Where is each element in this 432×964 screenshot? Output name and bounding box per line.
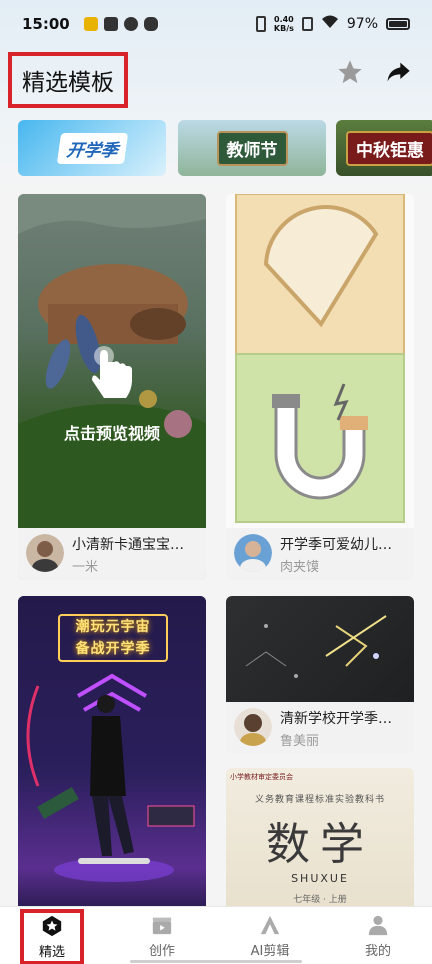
app-icon — [103, 17, 118, 31]
banner-back-to-school[interactable]: 开学季 — [18, 120, 166, 176]
card-small-text: 小学教材审定委员会 — [230, 773, 293, 781]
preview-label: 点击预览视频 — [63, 424, 160, 443]
banner-teachers-day[interactable]: 教师节 — [178, 120, 326, 176]
chalkboard-illustration — [245, 615, 387, 678]
vibrate-icon — [255, 16, 266, 32]
status-bar: 15:00 0.40 KB/s 97% — [0, 0, 432, 48]
card-author: 一米 — [72, 560, 99, 575]
card-title: 小清新卡通宝宝… — [72, 537, 184, 553]
template-card[interactable]: 清新学校开学季… 鲁美丽 — [226, 596, 414, 754]
tap-hand-icon — [90, 344, 136, 404]
speed-value: 0.40 — [274, 15, 294, 24]
network-speed: 0.40 KB/s — [274, 15, 294, 33]
ai-icon — [259, 914, 281, 936]
wifi-icon — [321, 15, 339, 33]
link-icon — [123, 17, 138, 31]
template-card[interactable]: 开学季可爱幼儿… 肉夹馍 — [226, 194, 414, 580]
person-icon — [367, 914, 389, 936]
nav-create[interactable]: 创作 — [108, 907, 216, 964]
nav-featured[interactable]: 精选 — [20, 909, 84, 964]
favorite-button[interactable] — [334, 56, 366, 88]
avatar — [26, 534, 64, 572]
nav-ai-edit[interactable]: AI剪辑 — [216, 907, 324, 964]
status-time: 15:00 — [22, 15, 70, 33]
nav-label: 创作 — [148, 943, 175, 959]
bottom-navigation: 精选 创作 AI剪辑 我的 — [0, 906, 432, 964]
template-card[interactable]: 潮玩元宇宙 备战开学季 — [18, 596, 206, 916]
page-title: 精选模板 — [8, 52, 128, 108]
neon-line-2: 备战开学季 — [75, 641, 151, 657]
card-subtitle: 义务教育课程标准实验教科书 — [254, 795, 385, 805]
card-author: 鲁美丽 — [280, 734, 320, 749]
fan-icon — [143, 17, 158, 31]
template-card[interactable]: 小学教材审定委员会 义务教育课程标准实验教科书 数学 SHUXUE 七年级 · … — [226, 768, 414, 918]
banner-label: 中秋钜惠 — [346, 130, 432, 166]
card-title: 开学季可爱幼儿… — [280, 537, 392, 553]
sim-icon — [301, 17, 313, 31]
clapperboard-icon — [151, 914, 173, 936]
nav-label: 我的 — [364, 943, 391, 959]
card-info: 开学季可爱幼儿… 肉夹馍 — [226, 528, 414, 580]
avatar — [234, 708, 272, 746]
banner-mid-autumn[interactable]: 中秋钜惠 — [336, 120, 432, 176]
nav-label: AI剪辑 — [250, 943, 290, 959]
template-thumbnail — [226, 194, 414, 528]
battery-percent: 97% — [346, 16, 378, 32]
share-arrow-icon — [387, 62, 410, 82]
avatar — [234, 534, 272, 572]
protractor-magnet-illustration — [235, 194, 405, 523]
share-button[interactable] — [382, 56, 414, 88]
template-thumbnail — [226, 596, 414, 702]
card-info: 清新学校开学季… 鲁美丽 — [226, 702, 414, 754]
neon-line-1: 潮玩元宇宙 — [75, 619, 151, 635]
card-latin-text: SHUXUE — [291, 872, 349, 885]
nav-label: 精选 — [38, 944, 65, 960]
card-info: 小清新卡通宝宝… 一米 — [18, 528, 206, 580]
page-header: 精选模板 — [0, 52, 432, 108]
banner-label: 教师节 — [216, 130, 288, 166]
speed-unit: KB/s — [273, 24, 294, 33]
nav-me[interactable]: 我的 — [324, 907, 432, 964]
card-author: 肉夹馍 — [280, 560, 320, 575]
banner-label: 开学季 — [56, 132, 128, 164]
notification-icon — [83, 17, 98, 31]
home-indicator[interactable] — [130, 960, 302, 963]
template-card[interactable]: 点击预览视频 小清新卡通宝宝… 一米 — [18, 194, 206, 580]
card-title: 清新学校开学季… — [280, 711, 392, 727]
category-banners: 开学季 教师节 中秋钜惠 — [0, 108, 432, 180]
card-big-text: 数学 — [266, 819, 374, 870]
battery-icon — [386, 18, 410, 30]
neon-sign: 潮玩元宇宙 备战开学季 — [58, 614, 168, 662]
star-icon — [338, 60, 362, 84]
card-grade: 七年级 · 上册 — [293, 895, 347, 905]
star-hex-icon — [41, 915, 63, 937]
